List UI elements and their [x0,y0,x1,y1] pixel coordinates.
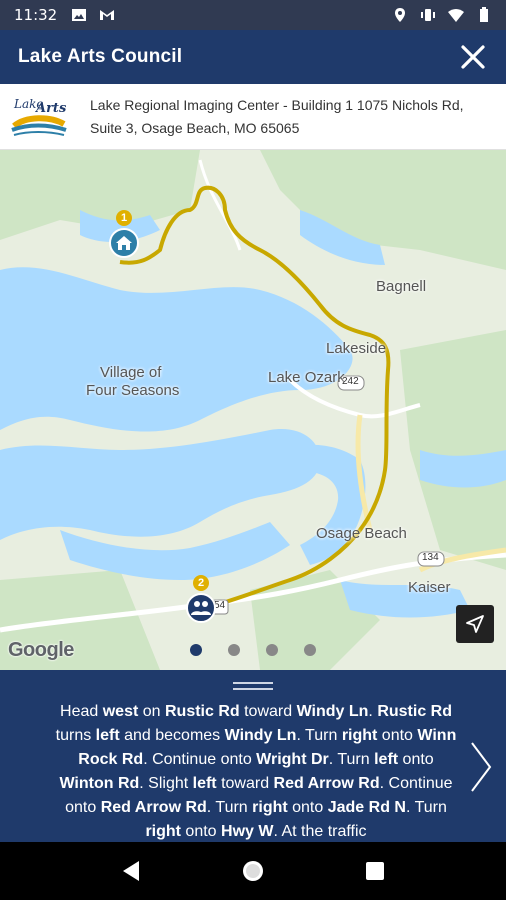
home-icon [116,236,132,250]
direction-text: toward [216,775,274,792]
direction-text: . [368,703,378,720]
wifi-icon [448,9,464,22]
direction-text: . Turn [405,799,447,816]
direction-text: onto [180,823,222,840]
directions-panel[interactable]: Head west on Rustic Rd toward Windy Ln. … [0,670,506,842]
direction-keyword: Wright Dr [256,751,329,768]
my-location-button[interactable] [456,605,494,643]
direction-keyword: right [252,799,288,816]
direction-keyword: Red Arrow Rd [273,775,380,792]
direction-keyword: Windy Ln [224,727,297,744]
map-label-bagnell: Bagnell [376,278,427,295]
home-circle-icon [243,861,263,881]
direction-text: . Turn [296,727,342,744]
close-icon [461,45,485,69]
location-icon [395,8,405,22]
direction-keyword: Jade Rd N [327,799,406,816]
direction-keyword: Hwy W [221,823,274,840]
next-step-button[interactable] [468,740,494,794]
end-marker[interactable] [186,593,216,623]
direction-keyword: Rustic Rd [377,703,452,720]
direction-text: turns [55,727,96,744]
close-button[interactable] [458,42,488,72]
direction-text: . Turn [328,751,375,768]
direction-text: . Slight [139,775,193,792]
direction-text: Head [60,703,103,720]
drag-handle[interactable] [233,682,273,692]
route-map[interactable]: Bagnell Lakeside Village of Four Seasons… [0,150,506,670]
direction-keyword: right [145,823,181,840]
system-nav-bar [0,842,506,900]
map-label-kaiser: Kaiser [408,579,451,596]
status-time: 11:32 [14,6,58,24]
start-badge: 1 [116,210,132,226]
direction-keyword: right [341,727,378,744]
direction-text: onto [398,751,434,768]
direction-keyword: Rustic Rd [164,703,240,720]
direction-text: and becomes [119,727,225,744]
direction-text: onto [287,799,328,816]
gmail-icon [100,10,115,20]
map-label-village-2: Four Seasons [86,382,180,399]
map-pager [0,644,506,656]
route-shield-134: 134 [422,552,439,563]
direction-text: . At the traffic [273,823,367,840]
map-label-lakeside: Lakeside [326,340,387,357]
back-icon [123,861,139,881]
map-label-village-1: Village of [100,364,162,381]
recents-button[interactable] [355,851,395,891]
direction-keyword: west [102,703,139,720]
image-icon [72,9,87,21]
direction-keyword: left [374,751,399,768]
pager-dot-3[interactable] [266,644,278,656]
app-bar: Lake Arts Council [0,30,506,84]
route-shield-242: 242 [342,376,359,387]
direction-keyword: Windy Ln [296,703,369,720]
home-button[interactable] [233,851,273,891]
pager-dot-2[interactable] [228,644,240,656]
direction-keyword: Red Arrow Rd [100,799,207,816]
map-label-lake-ozark: Lake Ozark [268,369,345,386]
direction-text: . Continue onto [143,751,257,768]
battery-icon [480,7,488,22]
direction-text: toward [239,703,297,720]
destination-address: Lake Regional Imaging Center - Building … [90,96,464,136]
status-bar: 11:32 [0,0,506,30]
direction-keyword: left [192,775,217,792]
pager-dot-1[interactable] [190,644,202,656]
direction-text: onto [377,727,418,744]
end-badge: 2 [193,575,209,591]
direction-text: . Turn [206,799,253,816]
back-button[interactable] [111,851,151,891]
lake-arts-council-logo: Lake Arts [10,94,68,140]
chevron-right-icon [471,742,492,792]
pager-dot-4[interactable] [304,644,316,656]
direction-keyword: left [95,727,120,744]
vibrate-icon [421,9,435,21]
destination-address-bar: Lake Arts Lake Regional Imaging Center -… [0,84,506,150]
group-icon [191,601,211,615]
svg-text:Arts: Arts [34,101,67,116]
start-marker[interactable] [109,228,139,258]
direction-text: on [138,703,165,720]
direction-keyword: Winton Rd [59,775,140,792]
app-title: Lake Arts Council [18,46,183,67]
directions-text: Head west on Rustic Rd toward Windy Ln. … [52,700,460,842]
navigation-arrow-icon [466,615,484,633]
map-label-osage-beach: Osage Beach [316,525,407,542]
recents-icon [366,862,384,880]
